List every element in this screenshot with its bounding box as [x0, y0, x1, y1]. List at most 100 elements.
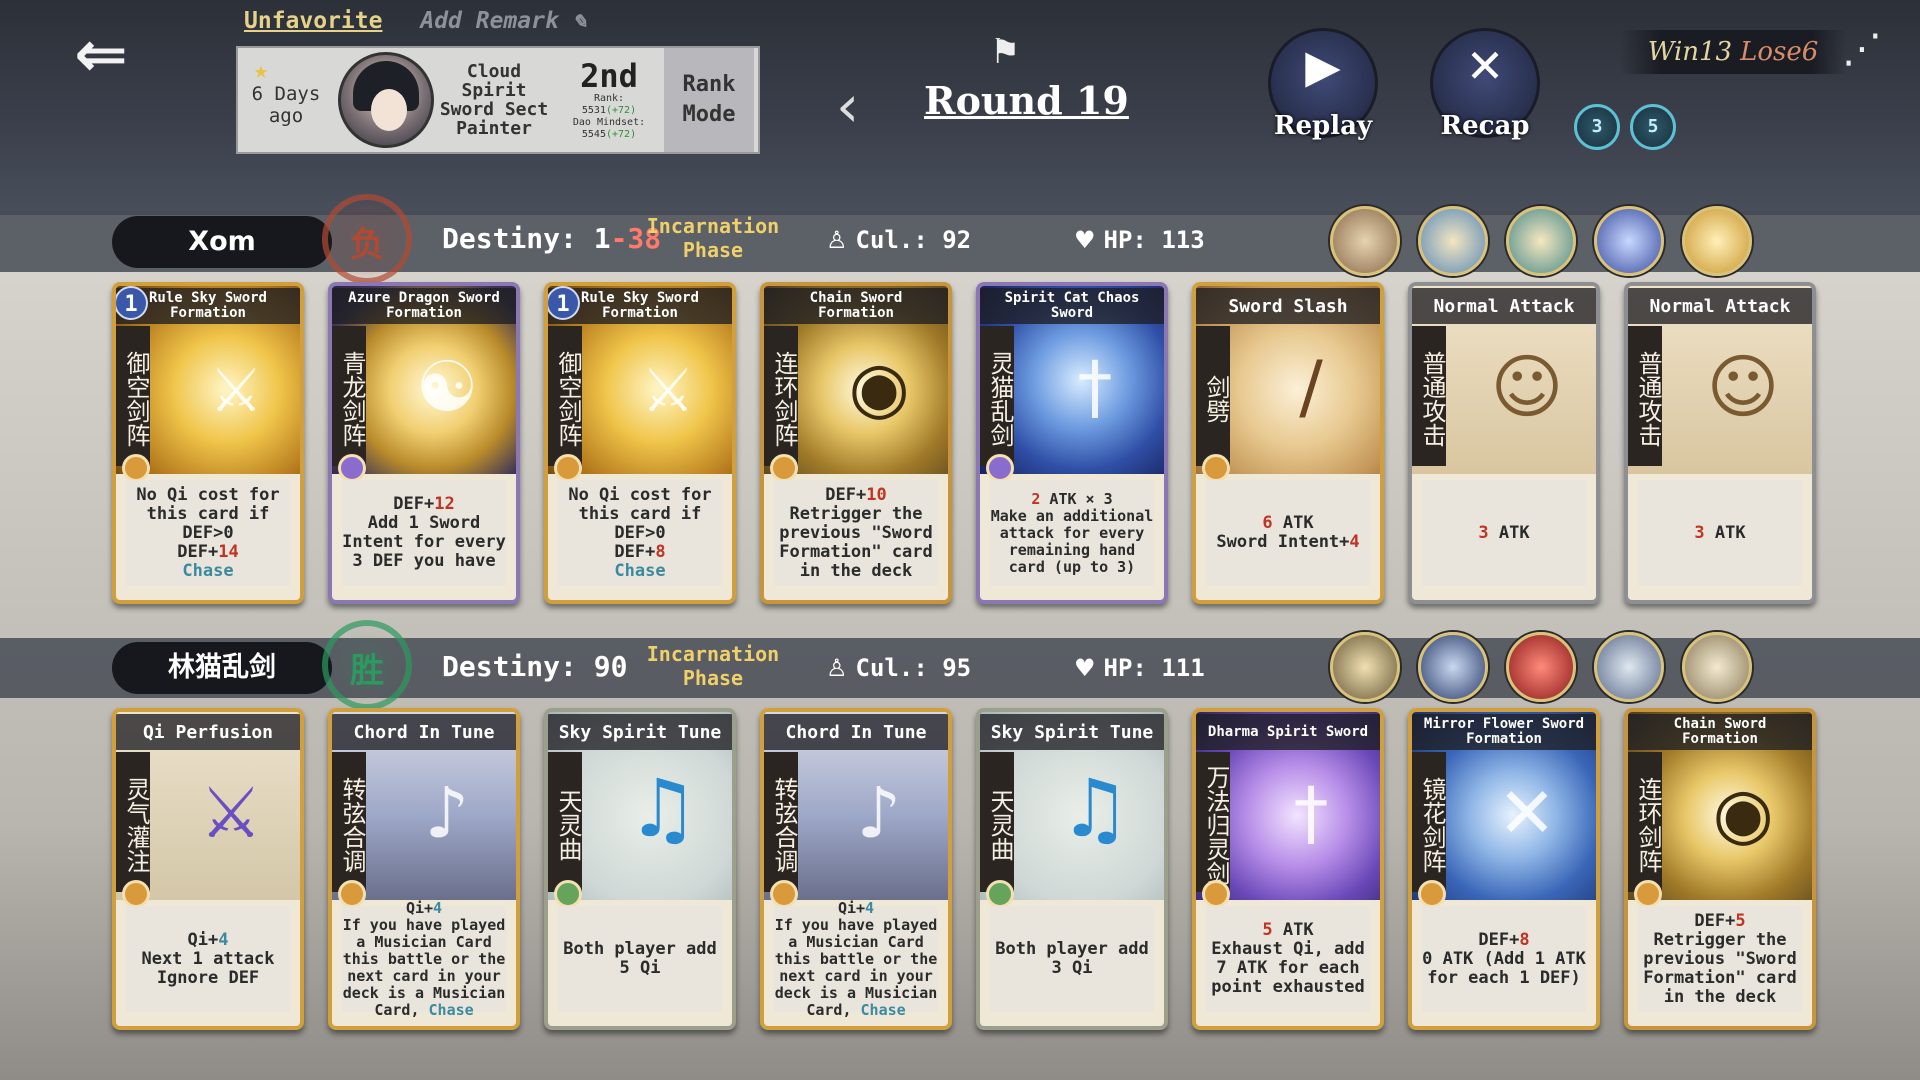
card-description: 2 ATK × 3 Make an additional attack for … [990, 480, 1154, 586]
recap-button[interactable]: ✕ Recap [1430, 28, 1540, 141]
card-desc-text: If you have played a Musician Card this … [342, 915, 506, 1019]
round-title[interactable]: Round 19 [924, 78, 1129, 123]
card-description: 6 ATK Sword Intent+4 [1206, 480, 1370, 586]
player1-relic-token-4[interactable] [1682, 206, 1752, 276]
rank-score: 5531 [581, 105, 606, 116]
card-description: DEF+8 0 ATK (Add 1 ATK for each 1 DEF) [1422, 906, 1586, 1012]
card-mirror-flower-sword-formation[interactable]: ✕ Mirror Flower Sword Formation 镜花剑阵 DEF… [1408, 708, 1600, 1030]
unfavorite-link[interactable]: Unfavorite [244, 8, 382, 34]
pencil-icon: ✎ [558, 8, 587, 34]
player2-relic-token-2[interactable] [1506, 632, 1576, 702]
card-desc-qi: Qi+4 [838, 898, 875, 917]
card-normal-attack-2[interactable]: ☺ Normal Attack 普通攻击 3 ATK [1624, 282, 1816, 604]
music-note-icon: ♫ [1059, 762, 1131, 855]
card-title: Mirror Flower Sword Formation [1412, 714, 1596, 750]
player2-relic-token-4[interactable] [1682, 632, 1752, 702]
qi-value: 4 [433, 898, 443, 917]
qi-value: 4 [865, 898, 875, 917]
card-description: DEF+5 Retrigger the previous "Sword Form… [1638, 906, 1802, 1012]
player1-relic-token-1[interactable] [1418, 206, 1488, 276]
card-dharma-spirit-sword[interactable]: † Dharma Spirit Sword 万法归灵剑 5 ATK Exhaus… [1192, 708, 1384, 1030]
card-element-gem [1418, 880, 1446, 908]
sword-figure-icon: ⚔ [199, 772, 263, 854]
player2-cultivation: ♙ Cul.: 95 [826, 654, 971, 682]
share-icon[interactable]: ⋰ [1842, 26, 1882, 72]
add-remark-link[interactable]: Add Remark ✎ [420, 8, 586, 34]
card-desc-atk: 5 ATK [1262, 921, 1313, 940]
lose-count: Lose6 [1740, 37, 1819, 67]
card-chinese-name: 天灵曲 [980, 752, 1014, 892]
card-desc-atk: 6 ATK [1262, 514, 1313, 533]
heart-icon: ♥ [1074, 226, 1096, 254]
card-sword-slash[interactable]: / Sword Slash 剑劈 6 ATK Sword Intent+4 [1192, 282, 1384, 604]
player1-hp: ♥ HP: 113 [1074, 226, 1205, 254]
destiny-label: Destiny: [442, 222, 594, 255]
card-rule-sky-sword-formation[interactable]: ⚔ Rule Sky Sword Formation 御空剑阵 1 No Qi … [112, 282, 304, 604]
qi-label: Qi+ [187, 929, 219, 950]
player2-relic-token-1[interactable] [1418, 632, 1488, 702]
card-desc-line: Next 1 attack Ignore DEF [141, 948, 275, 988]
card-desc-def: DEF+8 [1478, 930, 1529, 950]
card-chinese-name: 御空剑阵 [548, 326, 582, 466]
card-desc-qi: Qi+4 [187, 929, 229, 950]
player1-destiny: Destiny: 1-38 [442, 222, 661, 255]
def-label: DEF+ [614, 541, 656, 562]
card-title: Sword Slash [1196, 288, 1380, 324]
player2-avatar-token[interactable] [1330, 632, 1400, 702]
card-element-gem [1202, 454, 1230, 482]
player2-destiny: Destiny: 90 [442, 650, 627, 683]
player1-avatar-token[interactable] [1330, 206, 1400, 276]
rank-block: 2nd Rank: 5531(+72) Dao Mindset: 5545(+7… [554, 59, 664, 141]
card-element-gem [338, 880, 366, 908]
card-azure-dragon-sword-formation[interactable]: ☯ Azure Dragon Sword Formation 青龙剑阵 DEF+… [328, 282, 520, 604]
replay-button[interactable]: ▶ Replay [1268, 28, 1378, 141]
dragon-icon: ☯ [415, 346, 479, 428]
card-desc-line: Add 1 Sword Intent for every 3 DEF you h… [342, 513, 506, 571]
destiny-label: Destiny: [442, 650, 594, 683]
card-title: Chord In Tune [764, 714, 948, 750]
card-normal-attack[interactable]: ☺ Normal Attack 普通攻击 3 ATK [1408, 282, 1600, 604]
card-chain-sword-formation-2[interactable]: ◉ Chain Sword Formation 连环剑阵 DEF+5 Retri… [1624, 708, 1816, 1030]
player2-relic-token-3[interactable] [1594, 632, 1664, 702]
chase-keyword: Chase [860, 1000, 906, 1019]
card-desc-atk: 2 ATK × 3 [1031, 490, 1112, 508]
card-description: Both player add 3 Qi [990, 906, 1154, 1012]
card-qi-perfusion[interactable]: ⚔ Qi Perfusion 灵气灌注 Qi+4 Next 1 attack I… [112, 708, 304, 1030]
mindset-label: Dao Mindset: [572, 117, 646, 128]
card-description: No Qi cost for this card if DEF>0 DEF+8 … [558, 480, 722, 586]
rank-line: Rank: [554, 93, 664, 105]
card-chinese-name: 灵猫乱剑 [980, 326, 1014, 466]
card-element-gem [770, 880, 798, 908]
player1-name: Xom [112, 216, 332, 268]
card-sky-spirit-tune[interactable]: ♫ Sky Spirit Tune 天灵曲 Both player add 5 … [544, 708, 736, 1030]
card-chinese-name: 转弦合调 [332, 752, 366, 892]
player2-phase: Incarnation Phase [646, 642, 780, 690]
card-chinese-name: 转弦合调 [764, 752, 798, 892]
musician-icon: ♪ [424, 772, 470, 854]
card-spirit-cat-chaos-sword[interactable]: † Spirit Cat Chaos Sword 灵猫乱剑 2 ATK × 3 … [976, 282, 1168, 604]
card-description: Qi+4 Next 1 attack Ignore DEF [126, 906, 290, 1012]
card-chord-in-tune-2[interactable]: ♪ Chord In Tune 转弦合调 Qi+4 If you have pl… [760, 708, 952, 1030]
battle-record-panel[interactable]: ★ 6 Days ago Cloud Spirit Sword Sect Pai… [236, 46, 760, 154]
card-sky-spirit-tune-2[interactable]: ♫ Sky Spirit Tune 天灵曲 Both player add 3 … [976, 708, 1168, 1030]
card-chinese-name: 连环剑阵 [764, 326, 798, 466]
back-arrow-icon[interactable]: ⇐ [56, 20, 146, 90]
player1-relic-token-2[interactable] [1506, 206, 1576, 276]
card-desc-def: DEF+10 [825, 485, 886, 505]
previous-round-icon[interactable]: ‹ [836, 72, 859, 140]
card-chinese-name: 青龙剑阵 [332, 326, 366, 466]
sword-icon: † [1293, 772, 1329, 854]
card-description: Both player add 5 Qi [558, 906, 722, 1012]
card-chord-in-tune[interactable]: ♪ Chord In Tune 转弦合调 Qi+4 If you have pl… [328, 708, 520, 1030]
card-title: Azure Dragon Sword Formation [332, 288, 516, 324]
card-level-badge: 1 [116, 286, 148, 320]
lose-seal: 负 [322, 194, 412, 284]
rank-line-label: Rank: [593, 93, 625, 104]
card-rule-sky-sword-formation-2[interactable]: ⚔ Rule Sky Sword Formation 御空剑阵 1 No Qi … [544, 282, 736, 604]
def-value: 14 [218, 541, 239, 562]
atk-value: 3 [1478, 522, 1489, 543]
card-chain-sword-formation[interactable]: ◉ Chain Sword Formation 连环剑阵 DEF+10 Retr… [760, 282, 952, 604]
atk-label: ATK [1272, 513, 1314, 533]
card-chinese-name: 万法归灵剑 [1196, 752, 1230, 892]
player1-relic-token-3[interactable] [1594, 206, 1664, 276]
